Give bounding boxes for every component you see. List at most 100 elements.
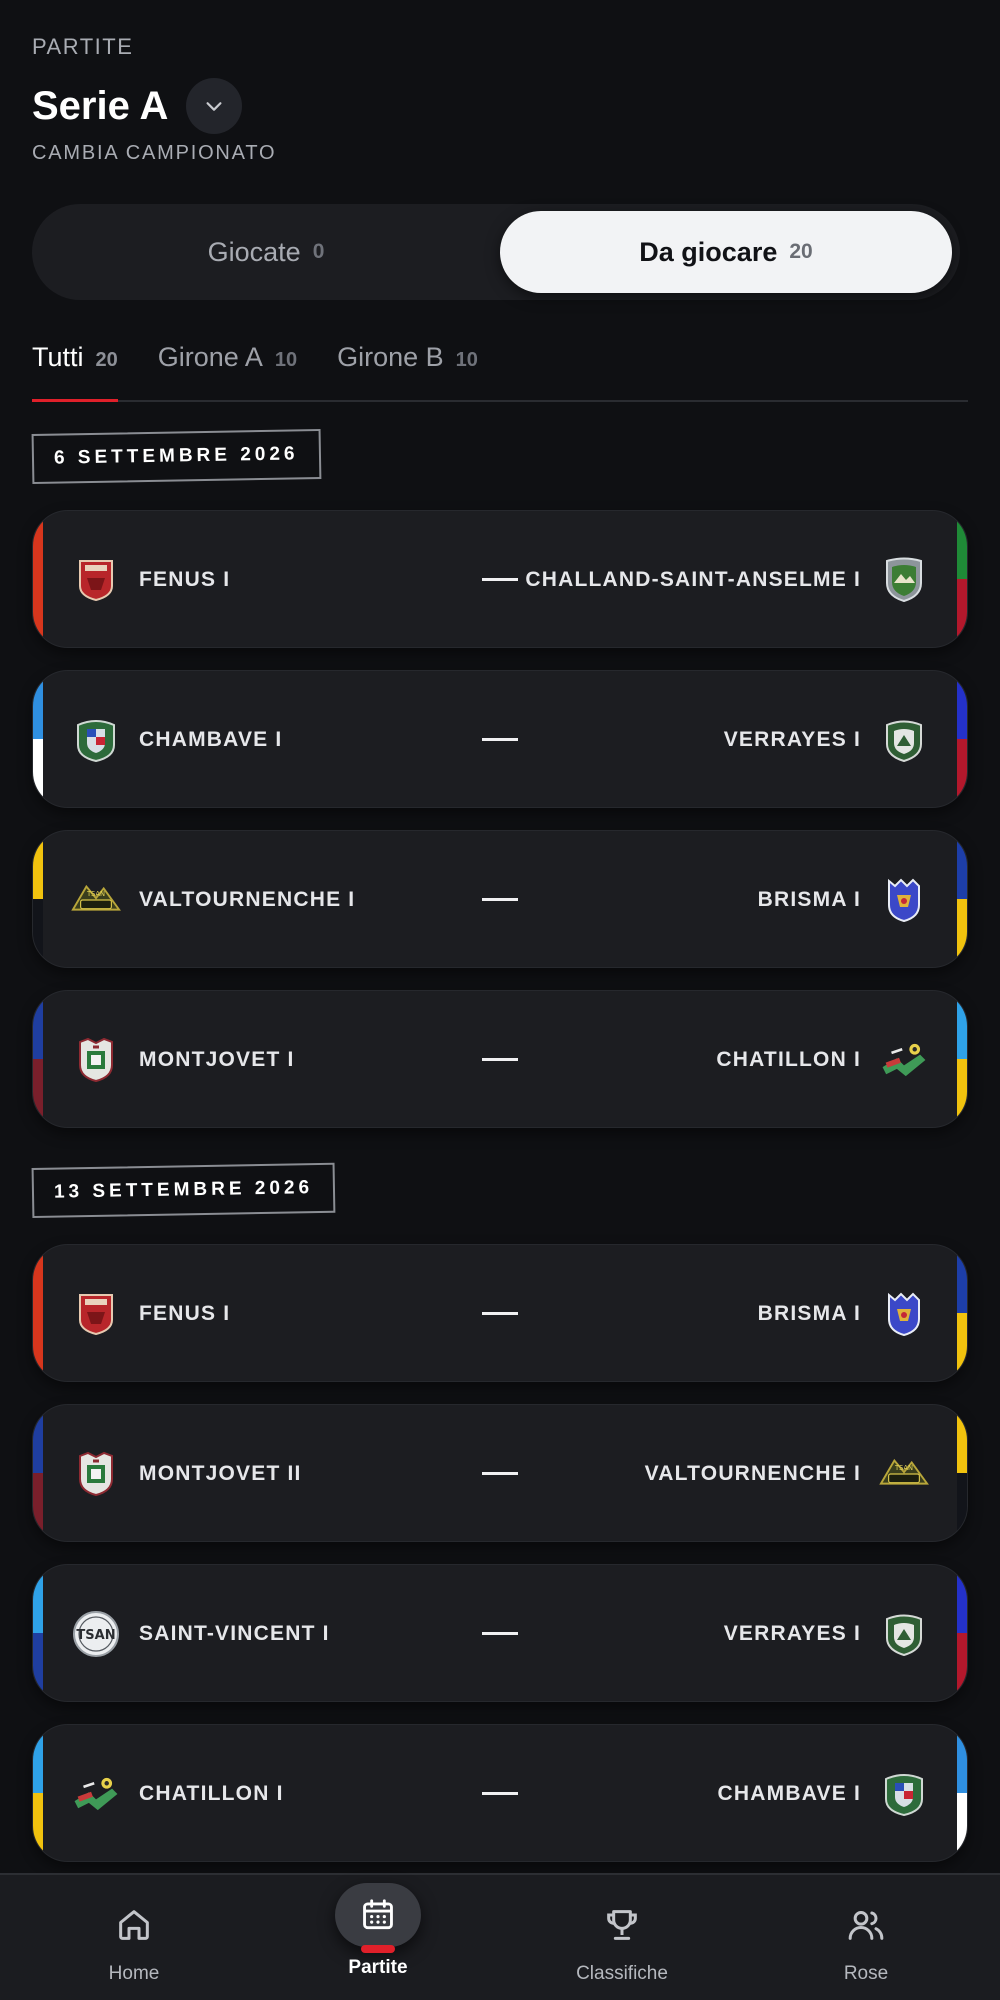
match-card[interactable]: CHAMBAVE I VERRAYES I [32,670,968,808]
team-color-stripe [957,1405,967,1541]
score-separator [482,1472,518,1475]
svg-text:TSAN: TSAN [76,1628,115,1643]
match-card[interactable]: MONTJOVET I CHATILLON I [32,990,968,1128]
league-title: Serie A [32,83,169,128]
league-title-row: Serie A [32,78,243,134]
trophy-icon [598,1901,646,1949]
team-color-stripe [33,511,43,647]
home-team: FENUS I [71,1245,230,1381]
users-icon [842,1901,890,1949]
fenus-crest [71,555,121,605]
away-team: BRISMA I [757,1245,929,1381]
score-separator [482,1058,518,1061]
away-team: VALTOURNENCHE I TSAN [644,1405,929,1541]
bottom-navigation: Home Partite Classifiche Rose [0,1873,1000,2000]
home-team: FENUS I [71,511,231,647]
home-team: TSAN SAINT-VINCENT I [71,1565,330,1701]
played-toggle: Giocate 0 Da giocare 20 [32,204,960,300]
active-indicator [361,1945,395,1953]
home-team-name: VALTOURNENCHE I [139,888,356,911]
brisma-crest [879,875,929,925]
team-color-stripe [33,831,43,967]
chatillon-crest [71,1769,121,1819]
home-team-name: MONTJOVET II [139,1462,302,1485]
team-color-stripe [957,991,967,1127]
home-team: MONTJOVET I [71,991,295,1127]
match-card[interactable]: TSAN SAINT-VINCENT I VERRAYES I [32,1564,968,1702]
away-team: CHAMBAVE I [717,1725,929,1861]
toggle-upcoming-label: Da giocare [639,236,778,267]
tab-label: Tutti [32,342,84,372]
saint-vincent-crest: TSAN [71,1609,121,1659]
home-team-name: SAINT-VINCENT I [139,1622,330,1645]
home-team: CHAMBAVE I [71,671,283,807]
match-card[interactable]: CHATILLON I CHAMBAVE I [32,1724,968,1862]
team-color-stripe [33,1565,43,1701]
nav-rose[interactable]: Rose [776,1875,956,2000]
chevron-down-icon [206,102,222,111]
chambave-crest [879,1769,929,1819]
montjovet-crest [71,1449,121,1499]
home-team: MONTJOVET II [71,1405,302,1541]
tab-all[interactable]: Tutti 20 [32,334,118,402]
away-team: CHALLAND-SAINT-ANSELME I [525,511,929,647]
team-color-stripe [957,1245,967,1381]
team-color-stripe [33,991,43,1127]
score-separator [482,578,518,581]
nav-home[interactable]: Home [44,1875,224,2000]
away-team-name: VALTOURNENCHE I [644,1462,861,1485]
tab-count: 20 [95,349,118,371]
away-team-name: CHALLAND-SAINT-ANSELME I [525,568,861,591]
toggle-played-button[interactable]: Giocate 0 [40,211,492,293]
nav-label: Partite [348,1957,408,1978]
toggle-upcoming-count: 20 [789,240,813,263]
team-color-stripe [33,1245,43,1381]
svg-text:TSAN: TSAN [86,890,105,898]
away-team: VERRAYES I [723,671,929,807]
toggle-upcoming-button[interactable]: Da giocare 20 [500,211,952,293]
home-team: CHATILLON I [71,1725,284,1861]
team-color-stripe [33,1405,43,1541]
tab-girone-a[interactable]: Girone A 10 [158,334,297,400]
match-card[interactable]: FENUS I BRISMA I [32,1244,968,1382]
montjovet-crest [71,1035,121,1085]
svg-text:TSAN: TSAN [894,1464,913,1472]
home-team-name: CHAMBAVE I [139,728,283,751]
match-card[interactable]: TSAN VALTOURNENCHE I BRISMA I [32,830,968,968]
score-separator [482,738,518,741]
team-color-stripe [957,671,967,807]
league-dropdown-button[interactable] [186,78,243,134]
nav-classifiche[interactable]: Classifiche [532,1875,712,2000]
nav-label: Rose [843,1963,889,1984]
away-team-name: BRISMA I [757,1302,861,1325]
match-card[interactable]: FENUS I CHALLAND-SAINT-ANSELME I [32,510,968,648]
tab-girone-b[interactable]: Girone B 10 [337,334,478,400]
nav-label: Home [108,1963,160,1984]
valtournenche-crest: TSAN [879,1449,929,1499]
away-team-name: VERRAYES I [723,1622,861,1645]
away-team-name: CHATILLON I [716,1048,861,1071]
team-color-stripe [33,671,43,807]
chatillon-crest [879,1035,929,1085]
tab-label: Girone A [157,342,263,372]
away-team-name: VERRAYES I [723,728,861,751]
calendar-icon [335,1883,421,1947]
score-separator [482,1792,518,1795]
verrayes-crest [879,715,929,765]
date-label: 6 SETTEMBRE 2026 [31,428,321,484]
group-tabs: Tutti 20 Girone A 10 Girone B 10 [32,334,968,402]
toggle-played-count: 0 [312,240,325,263]
team-color-stripe [33,1725,43,1861]
toggle-played-label: Giocate [207,236,301,267]
home-team-name: FENUS I [139,568,231,591]
change-league-link[interactable]: CAMBIA CAMPIONATO [32,142,276,165]
nav-partite[interactable]: Partite [288,1875,468,2000]
valtournenche-crest: TSAN [71,875,121,925]
nav-label: Classifiche [576,1963,668,1984]
date-label: 13 SETTEMBRE 2026 [31,1162,336,1218]
match-card[interactable]: MONTJOVET II VALTOURNENCHE I TSAN [32,1404,968,1542]
away-team: BRISMA I [758,831,929,967]
home-team-name: CHATILLON I [139,1782,284,1805]
section-kicker: PARTITE [32,34,134,59]
away-team-name: CHAMBAVE I [717,1782,861,1805]
